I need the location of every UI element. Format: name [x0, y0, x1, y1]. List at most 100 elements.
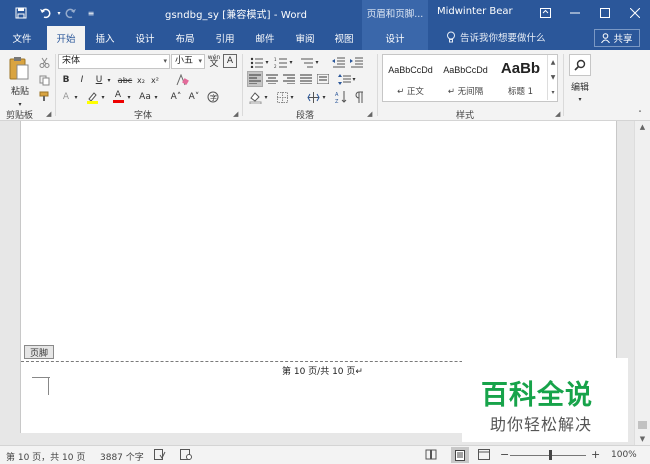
change-case-dropdown-icon[interactable]: ▾ [152, 89, 160, 105]
redo-icon[interactable] [62, 4, 80, 22]
justify-icon[interactable] [298, 71, 314, 87]
proofing-icon[interactable] [154, 449, 166, 463]
underline-button[interactable]: U [92, 72, 106, 88]
grow-font-button[interactable]: A˄ [168, 89, 184, 105]
tab-design[interactable]: 设计 [128, 26, 162, 50]
paragraph-launcher-icon[interactable]: ◢ [367, 110, 372, 118]
bullets-icon[interactable] [248, 54, 264, 70]
sort-icon[interactable]: AZ [333, 89, 349, 105]
zoom-level[interactable]: 100% [611, 450, 637, 460]
style-normal[interactable]: AaBbCcDd ↵ 正文 [383, 55, 438, 101]
font-color-icon[interactable]: A [111, 89, 125, 105]
zoom-in-button[interactable]: + [591, 448, 600, 461]
tab-mailings[interactable]: 邮件 [248, 26, 282, 50]
zoom-slider-thumb[interactable] [549, 450, 552, 460]
align-left-icon[interactable] [247, 71, 263, 87]
distributed-icon[interactable] [315, 71, 331, 87]
paste-icon[interactable] [6, 54, 32, 84]
italic-button[interactable]: I [75, 72, 89, 88]
print-layout-icon[interactable] [451, 447, 469, 463]
font-name-combo[interactable]: 宋体 ▾ [58, 54, 170, 69]
editing-dropdown-icon[interactable]: ▾ [574, 91, 586, 107]
tab-references[interactable]: 引用 [208, 26, 242, 50]
bold-button[interactable]: B [59, 72, 73, 88]
clipboard-launcher-icon[interactable]: ◢ [46, 110, 51, 118]
scroll-up-icon[interactable]: ▲ [635, 123, 650, 131]
scroll-thumb[interactable] [638, 421, 647, 429]
line-spacing-dropdown-icon[interactable]: ▾ [351, 71, 357, 87]
borders-dropdown-icon[interactable]: ▾ [289, 89, 295, 105]
strikethrough-button[interactable]: abc [117, 72, 133, 88]
underline-dropdown-icon[interactable]: ▾ [105, 72, 113, 88]
footer-page-number[interactable]: 第 10 页/共 10 页↵ [282, 364, 363, 377]
styles-scroll-down-icon[interactable]: ▼ [547, 70, 558, 85]
restore-icon[interactable] [590, 0, 620, 26]
bullets-dropdown-icon[interactable]: ▾ [264, 54, 270, 70]
enclose-characters-icon[interactable]: 字 [206, 89, 220, 105]
close-icon[interactable] [620, 0, 650, 26]
borders-icon[interactable] [274, 89, 290, 105]
save-icon[interactable] [12, 4, 30, 22]
customize-qat-icon[interactable]: ≡ [82, 4, 100, 22]
highlight-dropdown-icon[interactable]: ▾ [99, 89, 107, 105]
cut-icon[interactable] [36, 54, 52, 70]
styles-scroll-up-icon[interactable]: ▲ [547, 55, 558, 70]
format-painter-icon[interactable] [36, 88, 52, 104]
shading-icon[interactable] [247, 89, 263, 105]
text-effects-icon[interactable]: A [59, 89, 73, 105]
font-color-dropdown-icon[interactable]: ▾ [125, 89, 133, 105]
subscript-button[interactable]: x₂ [135, 72, 147, 88]
minimize-icon[interactable] [560, 0, 590, 26]
tab-view[interactable]: 视图 [327, 26, 361, 50]
ribbon-display-icon[interactable] [530, 0, 560, 26]
macro-record-icon[interactable] [180, 449, 192, 463]
multilevel-list-icon[interactable] [298, 54, 314, 70]
numbering-dropdown-icon[interactable]: ▾ [288, 54, 294, 70]
chinese-layout-icon[interactable] [305, 89, 321, 105]
align-center-icon[interactable] [264, 71, 280, 87]
copy-icon[interactable] [36, 72, 52, 88]
multilevel-dropdown-icon[interactable]: ▾ [314, 54, 320, 70]
font-launcher-icon[interactable]: ◢ [233, 110, 238, 118]
shrink-font-button[interactable]: A˅ [186, 89, 202, 105]
phonetic-guide-icon[interactable]: wén 文 [207, 53, 221, 69]
numbering-icon[interactable]: 12 [272, 54, 288, 70]
char-border-icon[interactable]: A [223, 54, 237, 68]
align-right-icon[interactable] [281, 71, 297, 87]
font-size-combo[interactable]: 小五 ▾ [171, 54, 205, 69]
style-no-spacing[interactable]: AaBbCcDd ↵ 无间隔 [438, 55, 493, 101]
line-spacing-icon[interactable] [336, 71, 352, 87]
tab-header-footer-design[interactable]: 设计 [362, 26, 428, 50]
search-icon[interactable] [569, 54, 591, 76]
page-count[interactable]: 第 10 页，共 10 页 [6, 450, 85, 463]
shading-dropdown-icon[interactable]: ▾ [263, 89, 269, 105]
styles-more-icon[interactable]: ▾ [547, 85, 558, 100]
chinese-layout-dropdown-icon[interactable]: ▾ [321, 89, 327, 105]
zoom-out-button[interactable]: − [500, 448, 509, 461]
tab-file[interactable]: 文件 [4, 26, 40, 50]
read-mode-icon[interactable] [425, 449, 437, 463]
web-layout-icon[interactable] [478, 449, 490, 463]
styles-launcher-icon[interactable]: ◢ [555, 110, 560, 118]
tab-review[interactable]: 审阅 [288, 26, 322, 50]
increase-indent-icon[interactable] [348, 54, 364, 70]
word-count[interactable]: 3887 个字 [100, 450, 144, 463]
user-name[interactable]: Midwinter Bear [437, 6, 513, 17]
change-case-button[interactable]: Aa [137, 89, 153, 105]
zoom-slider[interactable] [510, 455, 586, 456]
clear-formatting-icon[interactable] [174, 72, 190, 88]
decrease-indent-icon[interactable] [330, 54, 346, 70]
share-button[interactable]: 共享 [594, 29, 640, 47]
superscript-button[interactable]: x² [149, 72, 161, 88]
tell-me-box[interactable]: 告诉我你想要做什么 [446, 30, 546, 44]
tab-insert[interactable]: 插入 [88, 26, 122, 50]
tab-layout[interactable]: 布局 [168, 26, 202, 50]
scroll-down-icon[interactable]: ▼ [635, 435, 650, 443]
vertical-scrollbar[interactable]: ▲ ▼ [634, 121, 650, 445]
style-heading-1[interactable]: AaBb 标题 1 [493, 55, 548, 101]
highlight-icon[interactable] [84, 89, 100, 105]
tab-home[interactable]: 开始 [47, 26, 85, 50]
collapse-ribbon-icon[interactable]: ˄ [634, 106, 646, 122]
text-effects-dropdown-icon[interactable]: ▾ [72, 89, 80, 105]
show-formatting-marks-icon[interactable] [351, 89, 367, 105]
